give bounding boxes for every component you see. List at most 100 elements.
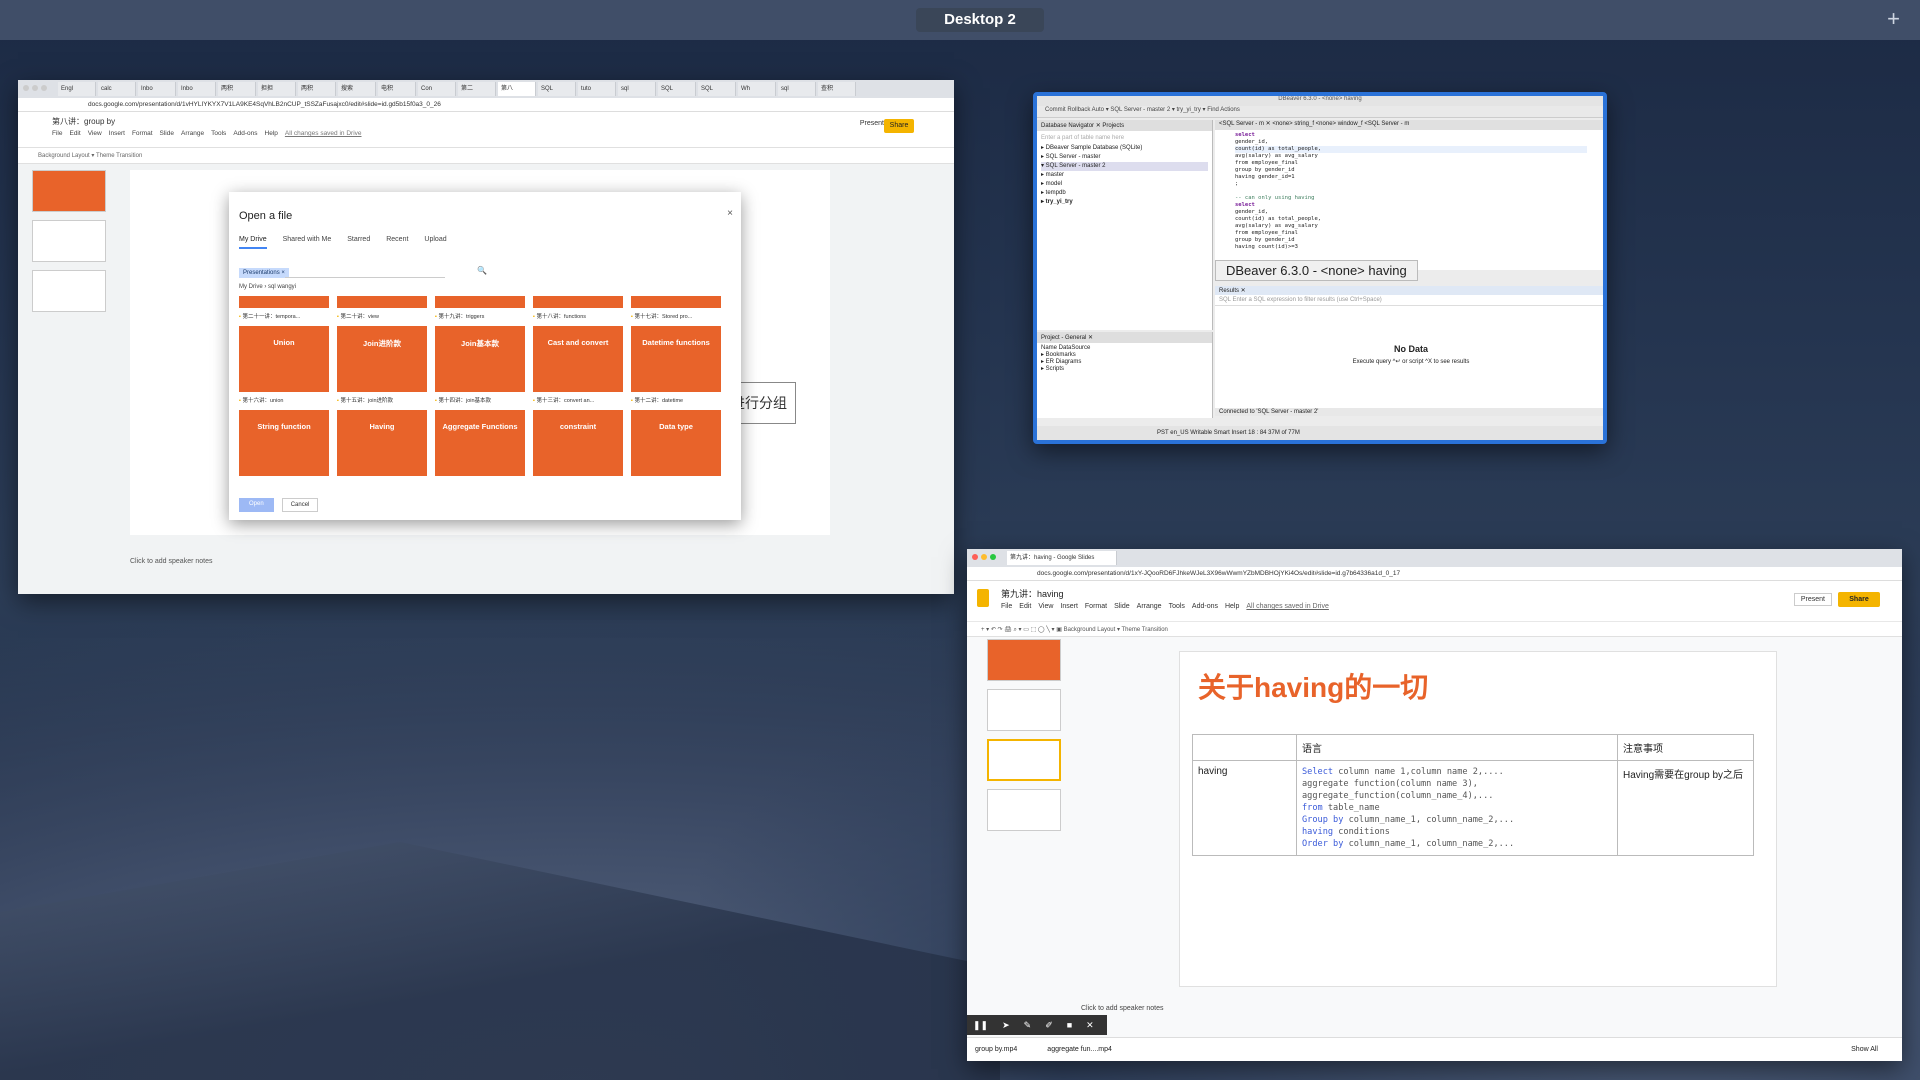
file-label[interactable]: 第十六讲：union: [239, 396, 329, 404]
cancel-button[interactable]: Cancel: [281, 498, 319, 512]
open-button[interactable]: Open: [239, 498, 274, 512]
file-thumbnail[interactable]: [239, 296, 329, 308]
browser-tab[interactable]: Inbo: [178, 82, 216, 96]
project-header[interactable]: Project - General ✕: [1037, 332, 1212, 343]
search-icon[interactable]: 🔍: [477, 266, 487, 275]
file-thumbnail[interactable]: [337, 296, 427, 308]
file-thumbnail[interactable]: [533, 296, 623, 308]
slide-thumbnail[interactable]: [987, 689, 1061, 731]
menu-file[interactable]: File: [1001, 603, 1012, 610]
file-label[interactable]: 第十七讲：Stored pro...: [631, 312, 721, 320]
file-thumbnail[interactable]: Join基本款: [435, 326, 525, 392]
browser-window-slides-group-by[interactable]: Engl calc Inbo Inbo 两积 担担 两积 搜索 电积 Con 第…: [18, 80, 954, 594]
zoom-icon[interactable]: [990, 554, 996, 560]
menu-tools[interactable]: Tools: [211, 130, 226, 137]
menu-format[interactable]: Format: [132, 130, 153, 137]
tree-item[interactable]: ▸ master: [1041, 171, 1208, 180]
file-label[interactable]: 第十八讲：functions: [533, 312, 623, 320]
file-thumbnail[interactable]: Union: [239, 326, 329, 392]
close-icon[interactable]: ✕: [1086, 1020, 1094, 1031]
close-icon[interactable]: ×: [727, 208, 733, 219]
address-bar[interactable]: docs.google.com/presentation/d/1vHYLIYKY…: [18, 98, 954, 112]
browser-tab[interactable]: 两积: [218, 82, 256, 96]
menu-addons[interactable]: Add-ons: [233, 130, 257, 137]
menu-insert[interactable]: Insert: [109, 130, 125, 137]
menu-help[interactable]: Help: [265, 130, 278, 137]
browser-tab[interactable]: SQL: [698, 82, 736, 96]
address-bar[interactable]: docs.google.com/presentation/d/1xY-JQooR…: [967, 567, 1902, 581]
file-thumbnail[interactable]: Aggregate Functions: [435, 410, 525, 476]
search-input[interactable]: [285, 266, 445, 278]
file-thumbnail[interactable]: [435, 296, 525, 308]
close-icon[interactable]: [23, 85, 29, 91]
file-thumbnail[interactable]: Having: [337, 410, 427, 476]
menu-arrange[interactable]: Arrange: [181, 130, 204, 137]
file-thumbnail[interactable]: constraint: [533, 410, 623, 476]
menu-edit[interactable]: Edit: [1019, 603, 1031, 610]
browser-tab[interactable]: 搜索: [338, 82, 376, 96]
menu-tools[interactable]: Tools: [1169, 603, 1185, 610]
doc-title[interactable]: 第八讲：group by: [52, 116, 115, 127]
slides-toolbar[interactable]: + ▾ ↶ ↷ 🖨 ⌕ ▾ ▭ ⬚ ◯ ╲ ▾ ▣ Background Lay…: [967, 621, 1902, 637]
file-label[interactable]: 第十五讲：join进阶款: [337, 396, 427, 404]
minimize-icon[interactable]: [32, 85, 38, 91]
slide-thumbnail-selected[interactable]: [987, 739, 1061, 781]
browser-tab[interactable]: 第二: [458, 82, 496, 96]
speaker-notes[interactable]: Click to add speaker notes: [1081, 1005, 1164, 1012]
editor-tabs[interactable]: <SQL Server - m ✕ <none> string_f <none>…: [1215, 120, 1603, 130]
slide-title[interactable]: 关于having的一切: [1198, 666, 1428, 706]
breadcrumb[interactable]: My Drive › sql wangyi: [239, 284, 296, 290]
pen-icon[interactable]: ✎: [1024, 1020, 1032, 1031]
menu-addons[interactable]: Add-ons: [1192, 603, 1218, 610]
browser-tab[interactable]: 查积: [818, 82, 856, 96]
add-desktop-icon[interactable]: +: [1887, 6, 1900, 32]
browser-tab[interactable]: calc: [98, 82, 136, 96]
menu-help[interactable]: Help: [1225, 603, 1239, 610]
tab-shared-with-me[interactable]: Shared with Me: [283, 236, 332, 249]
having-table[interactable]: 语言 注意事项 having Select column name 1,colu…: [1192, 734, 1754, 856]
sql-editor[interactable]: select gender_id, count(id) as total_peo…: [1215, 120, 1603, 270]
browser-tab[interactable]: 电积: [378, 82, 416, 96]
file-label[interactable]: 第二十讲：view: [337, 312, 427, 320]
dbeaver-toolbar[interactable]: Commit Rollback Auto ▾ SQL Server - mast…: [1037, 106, 1603, 118]
file-label[interactable]: 第十二讲：datetime: [631, 396, 721, 404]
browser-tab[interactable]: tuto: [578, 82, 616, 96]
project-item[interactable]: ▸ Bookmarks: [1041, 351, 1208, 358]
file-label[interactable]: 第十九讲：triggers: [435, 312, 525, 320]
menu-edit[interactable]: Edit: [69, 130, 80, 137]
save-status[interactable]: All changes saved in Drive: [1246, 603, 1329, 610]
project-item[interactable]: ▸ Scripts: [1041, 365, 1208, 372]
tree-item[interactable]: ▸ try_yi_try: [1041, 198, 1208, 207]
speaker-notes[interactable]: Click to add speaker notes: [130, 558, 213, 565]
tree-item[interactable]: ▸ model: [1041, 180, 1208, 189]
browser-tab[interactable]: Con: [418, 82, 456, 96]
download-item[interactable]: group by.mp4: [975, 1038, 1017, 1061]
project-item[interactable]: ▸ ER Diagrams: [1041, 358, 1208, 365]
slide-thumbnail[interactable]: [987, 639, 1061, 681]
pointer-icon[interactable]: ➤: [1002, 1020, 1010, 1031]
download-item[interactable]: aggregate fun....mp4: [1047, 1038, 1112, 1061]
doc-title[interactable]: 第九讲：having: [1001, 587, 1064, 600]
browser-tab[interactable]: SQL: [658, 82, 696, 96]
navigator-header[interactable]: Database Navigator ✕ Projects: [1037, 120, 1212, 131]
browser-tab[interactable]: sql: [778, 82, 816, 96]
save-status[interactable]: All changes saved in Drive: [285, 130, 362, 137]
browser-tab[interactable]: SQL: [538, 82, 576, 96]
file-label[interactable]: 第十四讲：join基本款: [435, 396, 525, 404]
slides-toolbar[interactable]: Background Layout ▾ Theme Transition: [18, 148, 954, 164]
slide-thumbnail[interactable]: [32, 270, 106, 312]
file-thumbnail[interactable]: Join进阶款: [337, 326, 427, 392]
browser-tab[interactable]: 担担: [258, 82, 296, 96]
menu-view[interactable]: View: [1038, 603, 1053, 610]
browser-tab[interactable]: Engl: [58, 82, 96, 96]
tree-item[interactable]: ▸ DBeaver Sample Database (SQLite): [1041, 144, 1208, 153]
highlighter-icon[interactable]: ✐: [1045, 1020, 1053, 1031]
file-label[interactable]: 第十三讲：convert an...: [533, 396, 623, 404]
slide-canvas[interactable]: 关于having的一切 语言 注意事项 having Select column…: [1179, 651, 1777, 987]
menu-slide[interactable]: Slide: [160, 130, 174, 137]
file-thumbnail[interactable]: Data type: [631, 410, 721, 476]
file-thumbnail[interactable]: String function: [239, 410, 329, 476]
browser-tab[interactable]: 两积: [298, 82, 336, 96]
browser-tab-active[interactable]: 第八: [498, 82, 536, 96]
slide-thumbnail[interactable]: [32, 170, 106, 212]
